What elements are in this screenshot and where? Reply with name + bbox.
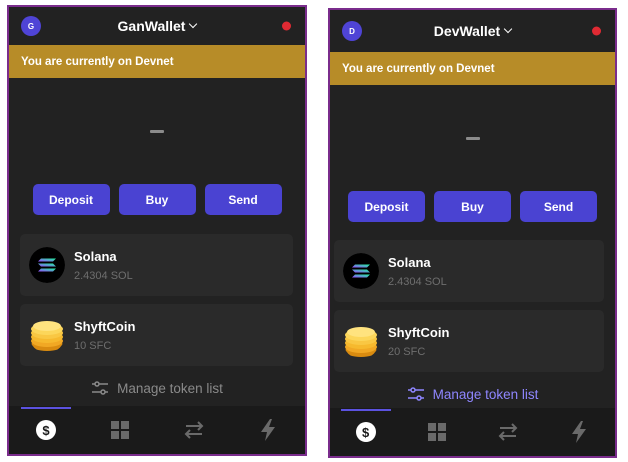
bottom-nav: $ <box>9 406 305 454</box>
shyftcoin-logo-icon <box>31 321 63 351</box>
balance-display <box>330 85 615 191</box>
balance-placeholder <box>150 129 164 133</box>
network-status-dot <box>592 26 601 36</box>
solana-logo-icon <box>343 253 379 289</box>
send-button[interactable]: Send <box>520 191 597 222</box>
tab-swap[interactable] <box>169 406 219 454</box>
wallet-panel-gan: G GanWallet You are currently on Devnet … <box>7 5 307 456</box>
balance-placeholder <box>465 136 480 140</box>
swap-icon <box>184 421 204 439</box>
tab-balances[interactable]: $ <box>21 406 71 454</box>
grid-icon <box>111 421 129 439</box>
wallet-panel-dev: D DevWallet You are currently on Devnet … <box>328 8 617 458</box>
manage-token-list-label: Manage token list <box>432 386 539 402</box>
action-buttons: Deposit Buy Send <box>9 184 305 215</box>
token-name: Solana <box>388 254 431 270</box>
chevron-down-icon <box>503 24 513 34</box>
token-row-shyftcoin[interactable]: ShyftCoin 10 SFC <box>20 304 293 366</box>
wallet-name: GanWallet <box>117 18 186 34</box>
buy-button[interactable]: Buy <box>434 191 511 222</box>
dollar-icon: $ <box>355 422 376 442</box>
token-name: Solana <box>74 248 117 264</box>
dollar-icon: $ <box>36 420 56 440</box>
wallet-selector[interactable]: GanWallet <box>117 18 198 34</box>
bottom-nav: $ <box>330 408 615 456</box>
lightning-icon <box>572 421 587 443</box>
tab-activity[interactable] <box>554 408 604 456</box>
sliders-icon <box>407 387 424 401</box>
tab-swap[interactable] <box>483 408 533 456</box>
token-row-solana[interactable]: Solana 2.4304 SOL <box>334 240 604 302</box>
manage-token-list-label: Manage token list <box>117 380 223 396</box>
devnet-banner: You are currently on Devnet <box>9 45 305 78</box>
deposit-button[interactable]: Deposit <box>348 191 425 222</box>
wallet-header: G GanWallet <box>9 7 305 45</box>
lightning-icon <box>261 419 275 441</box>
wallet-name: DevWallet <box>433 23 501 39</box>
avatar[interactable]: D <box>342 21 362 41</box>
token-name: ShyftCoin <box>388 324 450 340</box>
avatar[interactable]: G <box>21 16 41 36</box>
tab-balances[interactable]: $ <box>340 408 391 456</box>
chevron-down-icon <box>189 19 198 29</box>
shyftcoin-logo-icon <box>345 327 377 357</box>
tab-collectibles[interactable] <box>95 406 145 454</box>
manage-token-list-button[interactable]: Manage token list <box>330 380 615 408</box>
send-button[interactable]: Send <box>204 184 282 215</box>
devnet-banner: You are currently on Devnet <box>330 52 615 85</box>
network-status-dot <box>282 21 291 31</box>
token-row-shyftcoin[interactable]: ShyftCoin 20 SFC <box>334 310 604 372</box>
deposit-button[interactable]: Deposit <box>32 184 110 215</box>
buy-button[interactable]: Buy <box>118 184 196 215</box>
tab-activity[interactable] <box>243 406 293 454</box>
swap-icon <box>498 423 518 441</box>
sliders-icon <box>92 381 109 395</box>
balance-display <box>9 78 305 184</box>
token-list: Solana 2.4304 SOL ShyftCoin 10 SFC <box>9 234 305 366</box>
token-amount: 10 SFC <box>74 339 112 352</box>
action-buttons: Deposit Buy Send <box>330 191 615 222</box>
grid-icon <box>427 423 446 441</box>
token-row-solana[interactable]: Solana 2.4304 SOL <box>20 234 293 296</box>
wallet-selector[interactable]: DevWallet <box>433 23 513 39</box>
manage-token-list-button[interactable]: Manage token list <box>9 374 305 402</box>
tab-collectibles[interactable] <box>412 408 462 456</box>
solana-logo-icon <box>29 247 65 283</box>
token-amount: 2.4304 SOL <box>74 269 133 282</box>
token-name: ShyftCoin <box>74 318 136 334</box>
token-amount: 2.4304 SOL <box>388 275 447 288</box>
token-amount: 20 SFC <box>388 345 426 358</box>
wallet-header: D DevWallet <box>330 10 615 52</box>
token-list: Solana 2.4304 SOL ShyftCoin 20 SFC <box>330 240 615 372</box>
